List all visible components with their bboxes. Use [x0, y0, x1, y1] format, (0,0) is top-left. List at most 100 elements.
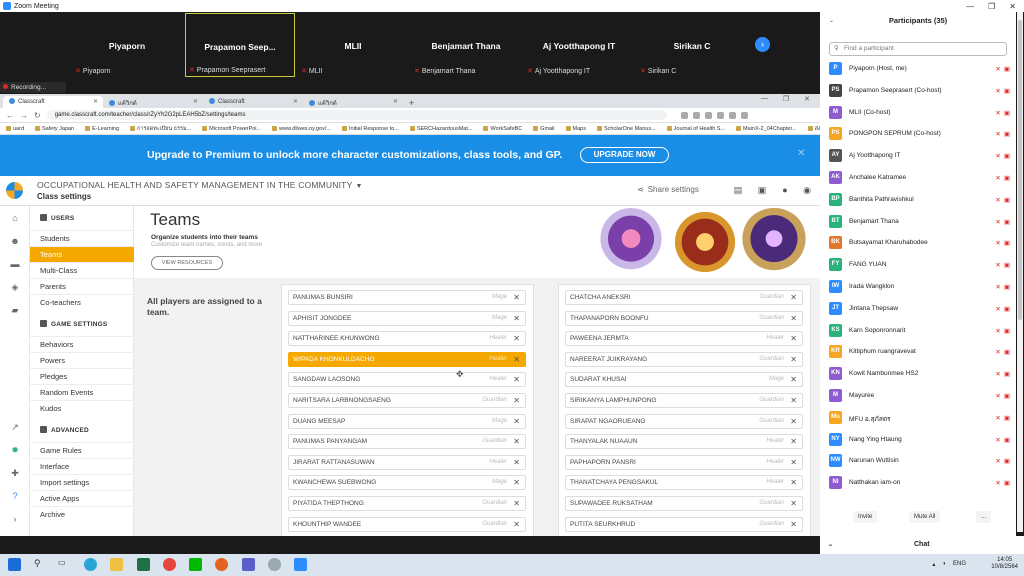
participant-row[interactable]: FY FANG YUAN ✕▣ [829, 255, 1015, 275]
student-row[interactable]: SUPAWADEE RUKSATHAM Guardian ✕ [565, 496, 803, 511]
student-row[interactable]: KWANCHEWA SUEBWONG Mage ✕ [288, 475, 526, 491]
sidebar-item-multi-class[interactable]: Multi-Class [30, 262, 134, 278]
sidebar-item-parents[interactable]: Parents [30, 278, 134, 294]
student-row[interactable]: PAPHAPORN PANSRI Healer ✕ [565, 454, 803, 470]
video-tile[interactable]: Sirikan C ✕ Sirikan C [637, 13, 747, 77]
remove-icon[interactable]: ✕ [513, 332, 520, 345]
mute-all-button[interactable]: Mute All [909, 511, 941, 523]
extension-icon[interactable] [704, 111, 712, 119]
new-tab-icon[interactable]: + [403, 98, 420, 108]
participant-row[interactable]: PS PONGPON SEPRUM (Co-host) ✕▣ [829, 124, 1015, 144]
participants-scrollbar[interactable] [1017, 12, 1023, 532]
zoom-app-icon[interactable] [294, 558, 307, 571]
tab-close-icon[interactable]: ✕ [93, 98, 98, 105]
student-row[interactable]: NAREERAT JUIKRAYANG Guardian ✕ [565, 351, 803, 367]
video-tile[interactable]: Prapamon Seep... ✕ Prapamon Seeprasert [185, 13, 295, 77]
store-icon[interactable]: ▣ [757, 185, 767, 195]
forward-icon[interactable]: → [20, 111, 28, 120]
sidebar-item-game-rules[interactable]: Game Rules [30, 442, 134, 458]
student-row[interactable]: APHISIT JONGDEE Mage ✕ [288, 310, 526, 326]
remove-icon[interactable]: ✕ [790, 497, 797, 510]
student-row[interactable]: PUTITA SEURKHRUD Guardian ✕ [565, 516, 803, 532]
remove-icon[interactable]: ✕ [790, 456, 797, 469]
invite-button[interactable]: Invite [853, 511, 878, 523]
participant-search-input[interactable]: ⚲ Find a participant [829, 42, 1007, 56]
chat-icon[interactable]: ▰ [10, 305, 20, 315]
bookmark-item[interactable]: ScholarOne Manus... [597, 126, 656, 132]
chrome-icon[interactable] [163, 558, 176, 571]
student-row[interactable]: DUANG MEESAP Mage ✕ [288, 413, 526, 429]
remove-icon[interactable]: ✕ [513, 415, 520, 428]
sidebar-item-random-events[interactable]: Random Events [30, 384, 134, 400]
map-pin-icon[interactable]: ◈ [10, 282, 20, 292]
course-title[interactable]: OCCUPATIONAL HEALTH AND SAFETY MANAGEMEN… [37, 180, 363, 190]
minimize-icon[interactable]: — [761, 95, 768, 103]
student-row[interactable]: THANYALAK NUAAUN Healer ✕ [565, 434, 803, 450]
remove-icon[interactable]: ✕ [513, 476, 520, 489]
video-tile[interactable]: Aj Yootthapong IT ✕ Aj Yootthapong IT [524, 13, 634, 77]
url-input[interactable]: game.classcraft.com/teacher/class/rZyYh2… [46, 110, 667, 120]
participant-row[interactable]: BK Butsayamat Kharuhabodee ✕▣ [829, 233, 1015, 253]
profile-icon[interactable]: ◉ [802, 185, 812, 195]
bookmark-item[interactable]: SERCHazardousMat... [410, 126, 473, 132]
participant-row[interactable]: AY Aj Yootthapong IT ✕▣ [829, 146, 1015, 166]
volume-icon[interactable]: ◖ [942, 561, 946, 568]
bookmark-item[interactable]: Safety Japan [35, 126, 74, 132]
banner-close-icon[interactable]: ✕ [797, 148, 805, 159]
chat-header[interactable]: ⌄ Chat [820, 536, 1024, 554]
participant-row[interactable]: NW Narunan Wuttisin ✕▣ [829, 451, 1015, 471]
bookmark-item[interactable]: www.dliwes.ny.gov/... [272, 126, 331, 132]
participant-row[interactable]: M MLII (Co-host) ✕▣ [829, 103, 1015, 123]
remove-icon[interactable]: ✕ [790, 373, 797, 386]
firefox-icon[interactable] [215, 558, 228, 571]
student-row[interactable]: PANUMAS BUNSIRI Mage ✕ [288, 290, 526, 305]
student-row[interactable]: THAPANAPORN BOONFU Guardian ✕ [565, 310, 803, 326]
stats-icon[interactable]: ↗ [10, 422, 20, 432]
sidebar-item-pledges[interactable]: Pledges [30, 368, 134, 384]
browser-tab[interactable]: Classcraft ✕ [3, 96, 103, 108]
remove-icon[interactable]: ✕ [513, 312, 520, 325]
settings-gear-icon[interactable]: ✹ [10, 445, 20, 455]
remove-icon[interactable]: ✕ [790, 476, 797, 489]
windows-start-icon[interactable] [8, 558, 21, 571]
extension-icon[interactable] [716, 111, 724, 119]
close-icon[interactable]: ✕ [804, 95, 810, 103]
tab-close-icon[interactable]: ✕ [293, 98, 298, 105]
remove-icon[interactable]: ✕ [790, 312, 797, 325]
remove-icon[interactable]: ✕ [790, 435, 797, 448]
sidebar-item-interface[interactable]: Interface [30, 458, 134, 474]
student-row[interactable]: SANGDAW LAOSONG Healer ✕ [288, 372, 526, 388]
book-icon[interactable]: ▤ [733, 185, 743, 195]
sidebar-item-active-apps[interactable]: Active Apps [30, 490, 134, 506]
expand-chevron-icon[interactable]: ⌄ [828, 541, 833, 548]
tab-close-icon[interactable]: ✕ [193, 98, 198, 105]
participant-row[interactable]: AK Anchalee Katramee ✕▣ [829, 168, 1015, 188]
participant-row[interactable]: NY Nang Ying Htaung ✕▣ [829, 430, 1015, 450]
upgrade-now-button[interactable]: UPGRADE NOW [580, 147, 669, 163]
video-tile[interactable]: Piyaporn ✕ Piyaporn [72, 13, 182, 77]
bookmark-item[interactable]: E-Learning [85, 126, 119, 132]
more-options-button[interactable]: ... [976, 511, 992, 523]
remove-icon[interactable]: ✕ [513, 497, 520, 510]
back-icon[interactable]: ← [6, 111, 14, 120]
sidebar-item-teams[interactable]: Teams [30, 246, 134, 262]
restore-icon[interactable]: ❐ [988, 2, 995, 11]
sidebar-item-powers[interactable]: Powers [30, 352, 134, 368]
student-row[interactable]: THANATCHAYA PENGSAKUL Healer ✕ [565, 475, 803, 491]
sidebar-item-kudos[interactable]: Kudos [30, 400, 134, 416]
tab-close-icon[interactable]: ✕ [393, 98, 398, 105]
remove-icon[interactable]: ✕ [790, 291, 797, 304]
remove-icon[interactable]: ✕ [513, 394, 520, 407]
remove-icon[interactable]: ✕ [790, 415, 797, 428]
sidebar-item-archive[interactable]: Archive [30, 506, 134, 522]
bookmark-item[interactable]: Maps [566, 126, 586, 132]
bookmark-item[interactable]: Microsoft PowerPoi... [202, 126, 261, 132]
teams-app-icon[interactable] [242, 558, 255, 571]
extension-icon[interactable] [680, 111, 688, 119]
participant-row[interactable]: KN Kowit Nambunmee HS2 ✕▣ [829, 364, 1015, 384]
participant-row[interactable]: P Piyaporn (Host, me) ✕▣ [829, 59, 1015, 79]
bookmark-item[interactable]: Gmail [533, 126, 554, 132]
remove-icon[interactable]: ✕ [513, 435, 520, 448]
home-icon[interactable]: ⌂ [10, 213, 20, 223]
bookmark-item[interactable]: uard [6, 126, 24, 132]
